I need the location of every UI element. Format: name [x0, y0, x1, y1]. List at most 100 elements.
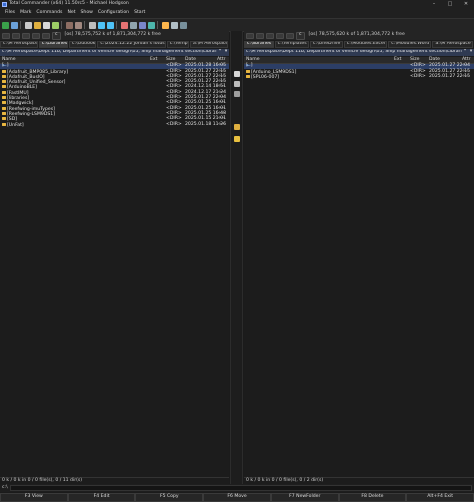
- folder-icon: [246, 74, 250, 78]
- menu-commands[interactable]: Commands: [36, 11, 62, 16]
- right-tab[interactable]: c:\Templates: [274, 41, 310, 48]
- menu-configuration[interactable]: Configuration: [98, 11, 129, 16]
- forward-icon[interactable]: [107, 21, 114, 29]
- left-path-bar[interactable]: c:\M Aerospace\Dept 11b, Department of v…: [0, 49, 229, 56]
- drive-icon[interactable]: [286, 32, 294, 39]
- f7-newfolder-button[interactable]: F7 NewFolder: [270, 493, 339, 502]
- quickview-icon[interactable]: [130, 21, 137, 29]
- menu-start[interactable]: Start: [134, 11, 145, 16]
- right-tab-active[interactable]: c:\libraries: [244, 41, 274, 48]
- f4-edit-button[interactable]: F4 Edit: [67, 493, 136, 502]
- unpack-icon[interactable]: [75, 21, 82, 29]
- col-size[interactable]: Size: [166, 57, 175, 63]
- right-path-bar[interactable]: c:\M Aerospace\Dept 11b, Department of v…: [244, 49, 474, 56]
- right-tab[interactable]: a:\M Aerospace: [432, 41, 473, 48]
- folder-icon: [2, 96, 6, 100]
- col-ext[interactable]: Ext: [394, 57, 401, 63]
- filter-icon[interactable]: [43, 21, 50, 29]
- drive-icon[interactable]: [276, 32, 284, 39]
- f5-copy-button[interactable]: F5 Copy: [135, 493, 204, 502]
- compare-icon[interactable]: [139, 21, 146, 29]
- f8-delete-button[interactable]: F8 Delete: [338, 493, 407, 502]
- left-tab-active[interactable]: c:\Libraries: [38, 41, 68, 48]
- sort-icon[interactable]: [52, 21, 59, 29]
- maximize-button[interactable]: □: [442, 0, 458, 9]
- folder-icon: [2, 117, 6, 121]
- back-icon[interactable]: [98, 21, 105, 29]
- menu-bar: Files Mark Commands Net Show Configurati…: [0, 9, 474, 18]
- col-date[interactable]: Date: [429, 57, 440, 63]
- left-drive-select[interactable]: c: [52, 31, 61, 40]
- move-icon[interactable]: [234, 81, 240, 87]
- right-file-list[interactable]: ⬑ [..] <DIR> 2025.01.27 22:04 ---- [Arduino_L…: [244, 63, 474, 80]
- search-icon[interactable]: [89, 21, 96, 29]
- left-tab[interactable]: c:\Outlook: [68, 41, 97, 48]
- right-panel[interactable]: c [os] 78,575,620 k of 1,871,304,772 k f…: [244, 31, 474, 484]
- menu-files[interactable]: Files: [5, 11, 15, 16]
- col-attr[interactable]: Attr: [217, 57, 226, 63]
- folder-icon: [246, 69, 250, 73]
- col-date[interactable]: Date: [185, 57, 196, 63]
- left-tab[interactable]: c:\Temp: [166, 41, 189, 48]
- settings-icon[interactable]: [180, 21, 187, 29]
- file-row[interactable]: [UnFat] <DIR> 2025.01.18 11:26 ----: [0, 122, 229, 127]
- copy-icon[interactable]: [234, 71, 240, 77]
- history-dropdown-button[interactable]: ▾: [223, 50, 229, 55]
- minimize-button[interactable]: –: [426, 0, 442, 9]
- right-drive-select[interactable]: c: [296, 31, 305, 40]
- drive-icon[interactable]: [246, 32, 254, 39]
- right-path: c:\M Aerospace\Dept 11b, Department of v…: [246, 50, 462, 55]
- pack-icon[interactable]: [66, 21, 73, 29]
- folder-icon: [2, 111, 6, 115]
- command-input[interactable]: [9, 485, 472, 491]
- ftp-icon[interactable]: [121, 21, 128, 29]
- col-name[interactable]: Name: [2, 57, 16, 63]
- file-size-cell: <DIR>: [410, 73, 426, 79]
- drive-icon[interactable]: [2, 32, 10, 39]
- history-dropdown-button[interactable]: ▾: [468, 50, 474, 55]
- right-tab[interactable]: c:\OneDrive: [310, 41, 343, 48]
- drive-icon[interactable]: [22, 32, 30, 39]
- file-name-cell: [UnFat]: [2, 122, 24, 128]
- delete-icon[interactable]: [234, 91, 240, 97]
- left-tab[interactable]: a:\M Aerospace: [189, 41, 229, 48]
- alt-f4-exit-button[interactable]: Alt+F4 Exit: [406, 493, 474, 502]
- drive-icon[interactable]: [256, 32, 264, 39]
- left-tab[interactable]: c:\2024.12.22 Jordan's lotus 7: [97, 41, 166, 48]
- folder-icon: [2, 90, 6, 94]
- left-panel[interactable]: c [os] 78,575,752 k of 1,871,304,772 k f…: [0, 31, 229, 484]
- menu-show[interactable]: Show: [81, 11, 93, 16]
- col-ext[interactable]: Ext: [150, 57, 157, 63]
- refresh-icon[interactable]: [2, 21, 9, 29]
- edit-icon[interactable]: [234, 136, 240, 142]
- folder-icon[interactable]: [234, 124, 240, 130]
- f6-move-button[interactable]: F6 Move: [203, 493, 271, 502]
- col-name[interactable]: Name: [246, 57, 260, 63]
- menu-net[interactable]: Net: [67, 11, 75, 16]
- notepad-icon[interactable]: [171, 21, 178, 29]
- menu-mark[interactable]: Mark: [20, 11, 31, 16]
- drive-icon[interactable]: [12, 32, 20, 39]
- sync-icon[interactable]: [148, 21, 155, 29]
- file-row[interactable]: [SPL06-007] <DIR> 2025.01.27 22:15 ----: [244, 73, 474, 80]
- list-icon[interactable]: [25, 21, 32, 29]
- close-button[interactable]: ✕: [458, 0, 474, 9]
- right-tabs: c:\libraries c:\Templates c:\OneDrive c:…: [244, 41, 474, 48]
- col-attr[interactable]: Attr: [462, 57, 471, 63]
- grid-icon[interactable]: [11, 21, 18, 29]
- f3-view-button[interactable]: F3 View: [0, 493, 68, 502]
- col-size[interactable]: Size: [410, 57, 419, 63]
- right-tab[interactable]: c:\Modules.Excel: [343, 41, 388, 48]
- drive-icon[interactable]: [42, 32, 50, 39]
- title-bar: Total Commander (x64) 11.50rc5 - Michael…: [0, 0, 474, 9]
- drive-icon[interactable]: [266, 32, 274, 39]
- tree-icon[interactable]: [34, 21, 41, 29]
- rename-icon[interactable]: [162, 21, 169, 29]
- command-prompt: c:\: [2, 484, 8, 490]
- right-tab[interactable]: c:\Modules.Word: [388, 41, 432, 48]
- drive-icon[interactable]: [32, 32, 40, 39]
- window-title: Total Commander (x64) 11.50rc5 - Michael…: [9, 1, 129, 7]
- left-tab[interactable]: c:\M Aerospace: [0, 41, 38, 48]
- left-file-list[interactable]: ⬑ [..] <DIR> 2025.01.28 16:05 ---- [Adafruit_…: [0, 63, 229, 128]
- command-line: c:\: [0, 484, 474, 492]
